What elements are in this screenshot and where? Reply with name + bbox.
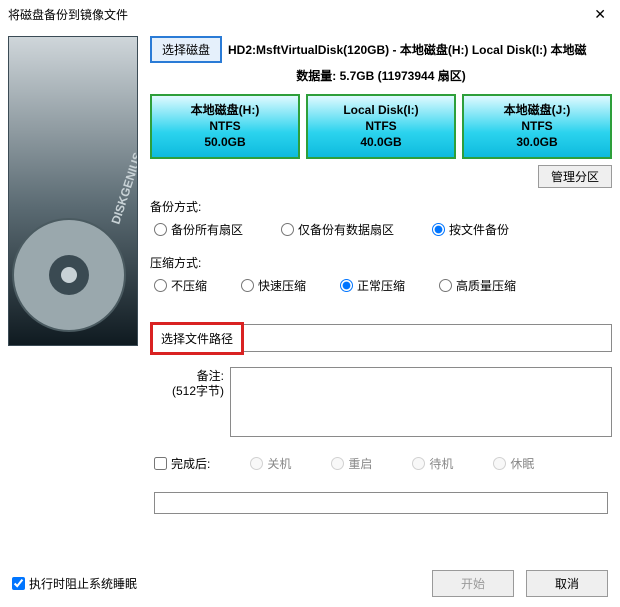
partition-size: 30.0GB [468, 134, 606, 150]
disk-illustration-icon: DISKGENIUS [9, 145, 138, 345]
backup-opt-data[interactable]: 仅备份有数据扇区 [281, 221, 394, 238]
after-done-row: 完成后: 关机 重启 待机 休眠 [150, 455, 612, 472]
partition-size: 40.0GB [312, 134, 450, 150]
partition-size: 50.0GB [156, 134, 294, 150]
compress-opt-normal[interactable]: 正常压缩 [340, 277, 405, 294]
window-title: 将磁盘备份到镜像文件 [8, 6, 588, 23]
backup-mode-label: 备份方式: [150, 198, 612, 215]
data-size: 数据量: 5.7GB (11973944 扇区) [150, 67, 612, 84]
partition-fs: NTFS [156, 118, 294, 134]
remark-row: 备注: (512字节) [150, 367, 612, 437]
disk-info-text: HD2:MsftVirtualDisk(120GB) - 本地磁盘(H:) Lo… [228, 41, 586, 58]
content: DISKGENIUS 选择磁盘 HD2:MsftVirtualDisk(120G… [0, 30, 620, 514]
select-disk-button[interactable]: 选择磁盘 [150, 36, 222, 63]
partition-name: Local Disk(I:) [312, 102, 450, 118]
backup-mode-options: 备份所有扇区 仅备份有数据扇区 按文件备份 [150, 219, 612, 248]
partition-name: 本地磁盘(J:) [468, 102, 606, 118]
file-path-row: 选择文件路径 [150, 322, 612, 355]
after-opt-standby[interactable]: 待机 [412, 455, 453, 472]
remark-label: 备注: (512字节) [150, 367, 230, 437]
partition-h[interactable]: 本地磁盘(H:) NTFS 50.0GB [150, 94, 300, 159]
partition-fs: NTFS [312, 118, 450, 134]
file-path-input[interactable] [244, 324, 612, 352]
partition-name: 本地磁盘(H:) [156, 102, 294, 118]
footer: 执行时阻止系统睡眠 开始 取消 [12, 570, 608, 597]
data-size-label: 数据量: [296, 69, 336, 83]
disk-select-row: 选择磁盘 HD2:MsftVirtualDisk(120GB) - 本地磁盘(H… [150, 36, 612, 63]
compress-opt-none[interactable]: 不压缩 [154, 277, 207, 294]
title-bar: 将磁盘备份到镜像文件 ✕ [0, 0, 620, 30]
compress-mode-options: 不压缩 快速压缩 正常压缩 高质量压缩 [150, 275, 612, 304]
data-size-value: 5.7GB (11973944 扇区) [340, 69, 466, 83]
progress-bar [154, 492, 608, 514]
main-panel: 选择磁盘 HD2:MsftVirtualDisk(120GB) - 本地磁盘(H… [138, 36, 612, 514]
compress-opt-fast[interactable]: 快速压缩 [241, 277, 306, 294]
partition-i[interactable]: Local Disk(I:) NTFS 40.0GB [306, 94, 456, 159]
select-path-button[interactable]: 选择文件路径 [150, 322, 244, 355]
backup-opt-file[interactable]: 按文件备份 [432, 221, 509, 238]
cancel-button[interactable]: 取消 [526, 570, 608, 597]
after-opt-restart[interactable]: 重启 [331, 455, 372, 472]
after-done-checkbox[interactable]: 完成后: [154, 455, 210, 472]
prevent-sleep-checkbox[interactable]: 执行时阻止系统睡眠 [12, 575, 137, 592]
remark-textarea[interactable] [230, 367, 612, 437]
partition-fs: NTFS [468, 118, 606, 134]
compress-opt-high[interactable]: 高质量压缩 [439, 277, 516, 294]
backup-opt-all[interactable]: 备份所有扇区 [154, 221, 243, 238]
after-opt-hibernate[interactable]: 休眠 [493, 455, 534, 472]
after-opt-shutdown[interactable]: 关机 [250, 455, 291, 472]
partition-bar: 本地磁盘(H:) NTFS 50.0GB Local Disk(I:) NTFS… [150, 94, 612, 159]
start-button[interactable]: 开始 [432, 570, 514, 597]
partition-j[interactable]: 本地磁盘(J:) NTFS 30.0GB [462, 94, 612, 159]
close-icon[interactable]: ✕ [588, 6, 612, 23]
sidebar-image: DISKGENIUS [8, 36, 138, 346]
manage-partitions-button[interactable]: 管理分区 [538, 165, 612, 188]
svg-text:DISKGENIUS: DISKGENIUS [109, 151, 138, 226]
compress-mode-label: 压缩方式: [150, 254, 612, 271]
manage-row: 管理分区 [150, 165, 612, 188]
